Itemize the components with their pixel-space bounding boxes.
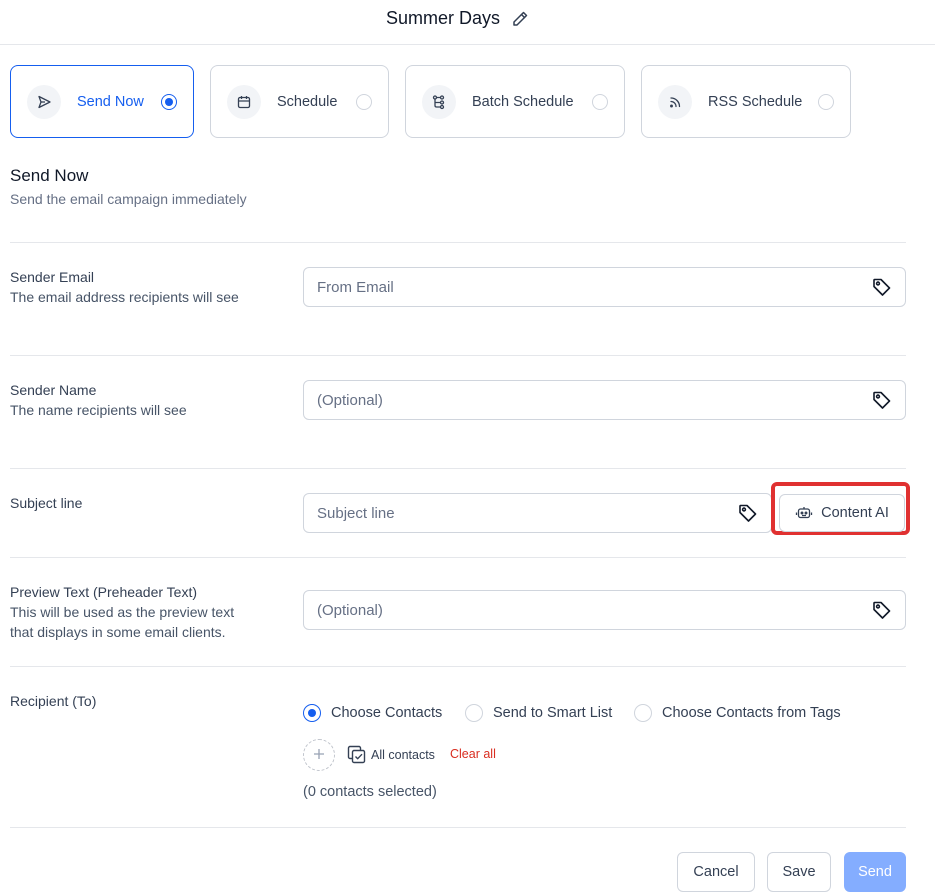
recipient-label-group: Recipient (To) <box>10 691 96 711</box>
subject-field[interactable] <box>303 493 772 533</box>
divider <box>10 355 906 356</box>
recipient-option-smart-list[interactable]: Send to Smart List <box>465 704 612 722</box>
option-batch-schedule[interactable]: Batch Schedule <box>405 65 625 138</box>
subject-label: Subject line <box>10 495 83 511</box>
section-title: Send Now <box>10 166 89 185</box>
recipient-option-choose-contacts[interactable]: Choose Contacts <box>303 704 442 722</box>
send-icon <box>27 84 61 119</box>
pencil-icon[interactable] <box>510 9 530 29</box>
option-label: RSS Schedule <box>708 93 803 110</box>
sender-email-label: Sender Email <box>10 269 95 285</box>
sender-email-description: The email address recipients will see <box>10 289 239 305</box>
option-label: Batch Schedule <box>472 93 574 110</box>
all-contacts-chip[interactable]: All contacts <box>347 745 435 765</box>
divider <box>10 242 906 243</box>
recipient-radio[interactable] <box>634 704 652 722</box>
option-radio[interactable] <box>818 93 834 110</box>
calendar-icon <box>227 84 261 119</box>
option-schedule[interactable]: Schedule <box>210 65 389 138</box>
rss-icon <box>658 84 692 119</box>
batch-icon <box>422 84 456 119</box>
content-ai-button[interactable]: Content AI <box>779 494 905 532</box>
sender-name-field[interactable] <box>303 380 906 420</box>
divider <box>10 557 906 558</box>
divider <box>10 468 906 469</box>
cancel-button[interactable]: Cancel <box>677 852 755 892</box>
option-rss-schedule[interactable]: RSS Schedule <box>641 65 851 138</box>
sender-email-label-group: Sender Email The email address recipient… <box>10 267 239 307</box>
subject-label-group: Subject line <box>10 493 82 513</box>
preview-text-label-group: Preview Text (Preheader Text) This will … <box>10 582 234 642</box>
sender-name-label: Sender Name <box>10 382 97 398</box>
campaign-title-group: Summer Days <box>386 8 530 29</box>
add-contacts-button[interactable] <box>303 739 335 771</box>
campaign-title: Summer Days <box>386 8 501 28</box>
all-contacts-label: All contacts <box>371 748 435 762</box>
checkbox-copy-icon <box>347 745 367 765</box>
tag-icon[interactable] <box>871 276 893 298</box>
recipient-radio[interactable] <box>465 704 483 722</box>
preview-text-field[interactable] <box>303 590 906 630</box>
preview-text-input[interactable] <box>304 591 871 629</box>
recipient-option-label: Send to Smart List <box>493 705 613 721</box>
content-ai-label: Content AI <box>821 505 889 521</box>
divider <box>10 827 906 828</box>
sender-name-input[interactable] <box>304 381 871 419</box>
recipient-option-tags[interactable]: Choose Contacts from Tags <box>634 704 841 722</box>
divider <box>10 666 906 667</box>
tag-icon[interactable] <box>737 502 759 524</box>
preview-text-description-2: that displays in some email clients. <box>10 624 226 640</box>
sender-name-description: The name recipients will see <box>10 402 187 418</box>
recipient-radio[interactable] <box>303 704 321 722</box>
sender-name-label-group: Sender Name The name recipients will see <box>10 380 187 420</box>
preview-text-label: Preview Text (Preheader Text) <box>10 584 198 600</box>
option-radio[interactable] <box>356 93 372 110</box>
subject-input[interactable] <box>304 494 737 532</box>
option-label: Schedule <box>277 93 338 110</box>
tag-icon[interactable] <box>871 599 893 621</box>
contacts-count: (0 contacts selected) <box>303 784 437 800</box>
option-radio[interactable] <box>592 93 608 110</box>
tag-icon[interactable] <box>871 389 893 411</box>
recipient-label: Recipient (To) <box>10 693 97 709</box>
option-radio[interactable] <box>161 93 177 110</box>
option-send-now[interactable]: Send Now <box>10 65 194 138</box>
option-label: Send Now <box>77 93 144 110</box>
sender-email-field[interactable] <box>303 267 906 307</box>
recipient-option-label: Choose Contacts from Tags <box>662 705 841 721</box>
sender-email-input[interactable] <box>304 268 871 306</box>
recipient-option-label: Choose Contacts <box>331 705 443 721</box>
preview-text-description-1: This will be used as the preview text <box>10 604 235 620</box>
robot-icon <box>795 504 813 522</box>
save-button[interactable]: Save <box>767 852 831 892</box>
top-bar: Summer Days <box>0 0 935 45</box>
section-description: Send the email campaign immediately <box>10 191 247 207</box>
clear-all-link[interactable]: Clear all <box>450 747 496 761</box>
plus-icon <box>312 745 326 766</box>
send-button[interactable]: Send <box>844 852 906 892</box>
